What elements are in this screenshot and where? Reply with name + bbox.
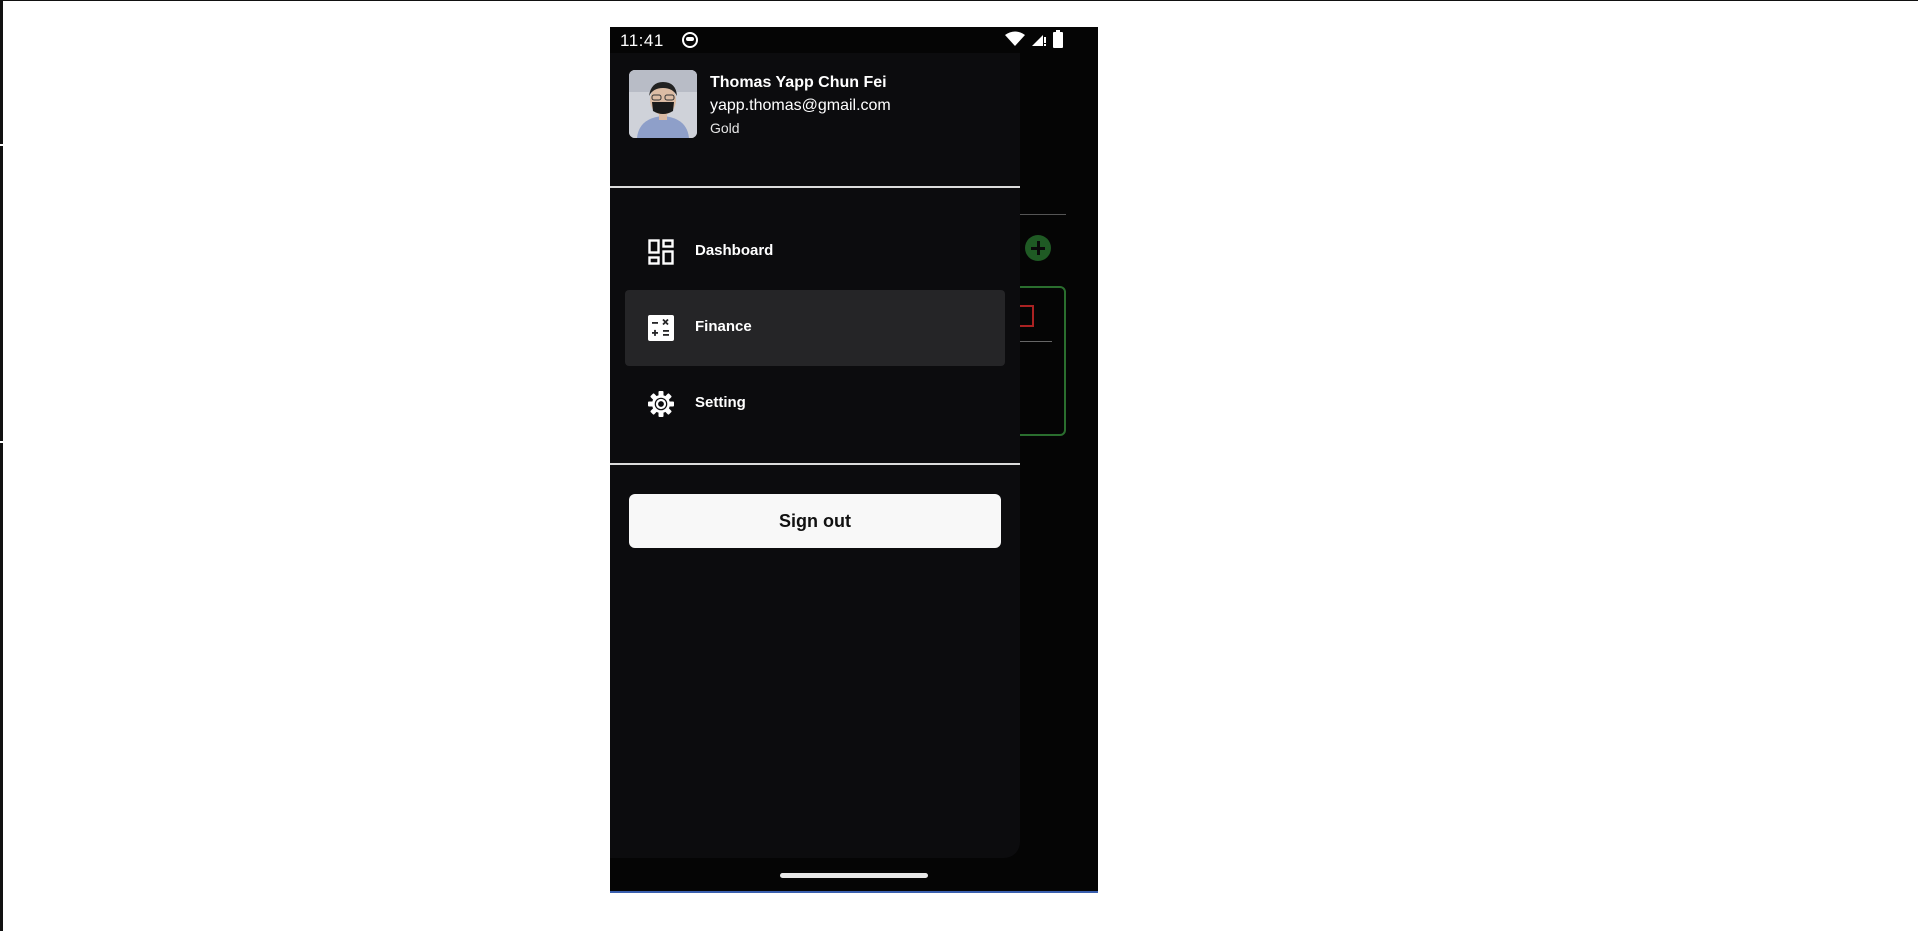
nav-item-setting[interactable]: Setting bbox=[625, 366, 1005, 442]
nav-item-finance[interactable]: Finance bbox=[625, 290, 1005, 366]
background-divider bbox=[1020, 214, 1066, 215]
membership-tier: Gold bbox=[710, 120, 740, 136]
status-bar: 11:41 bbox=[610, 27, 1098, 53]
background-add-icon bbox=[1025, 235, 1051, 261]
frame-tick bbox=[0, 144, 3, 146]
background-red-mark bbox=[1020, 305, 1034, 327]
profile-name: Thomas Yapp Chun Fei bbox=[710, 74, 887, 91]
nav-label-dashboard: Dashboard bbox=[695, 242, 774, 259]
dashboard-icon bbox=[648, 239, 674, 265]
gear-icon bbox=[648, 391, 674, 417]
home-indicator[interactable] bbox=[780, 873, 928, 878]
navigation-drawer: Thomas Yapp Chun Fei yapp.thomas@gmail.c… bbox=[610, 53, 1020, 858]
page: 11:41 Thomas Yapp Chun Fei yapp.thomas@g… bbox=[0, 0, 1918, 931]
divider bbox=[610, 463, 1020, 465]
status-icons bbox=[1005, 30, 1063, 48]
avatar-photo bbox=[629, 70, 697, 138]
status-time: 11:41 bbox=[620, 31, 664, 50]
avatar[interactable] bbox=[629, 70, 697, 138]
nav-item-dashboard[interactable]: Dashboard bbox=[625, 214, 1005, 290]
battery-icon bbox=[1053, 30, 1063, 48]
divider bbox=[610, 186, 1020, 188]
calculator-icon bbox=[648, 315, 674, 341]
signal-icon bbox=[1032, 35, 1046, 46]
frame-tick bbox=[0, 441, 3, 443]
profile-email: yapp.thomas@gmail.com bbox=[710, 97, 891, 114]
wifi-icon bbox=[1005, 31, 1025, 46]
phone-screen: 11:41 Thomas Yapp Chun Fei yapp.thomas@g… bbox=[610, 27, 1098, 893]
profile-header: Thomas Yapp Chun Fei yapp.thomas@gmail.c… bbox=[629, 70, 1009, 140]
background-divider bbox=[1020, 341, 1052, 342]
nav-label-setting: Setting bbox=[695, 394, 746, 411]
frame-top-border bbox=[0, 0, 1918, 1]
frame-bottom-border bbox=[610, 891, 1098, 893]
sign-out-button[interactable]: Sign out bbox=[629, 494, 1001, 548]
frame-left-border bbox=[0, 0, 3, 931]
app-face-icon bbox=[682, 32, 698, 48]
nav-label-finance: Finance bbox=[695, 318, 752, 335]
